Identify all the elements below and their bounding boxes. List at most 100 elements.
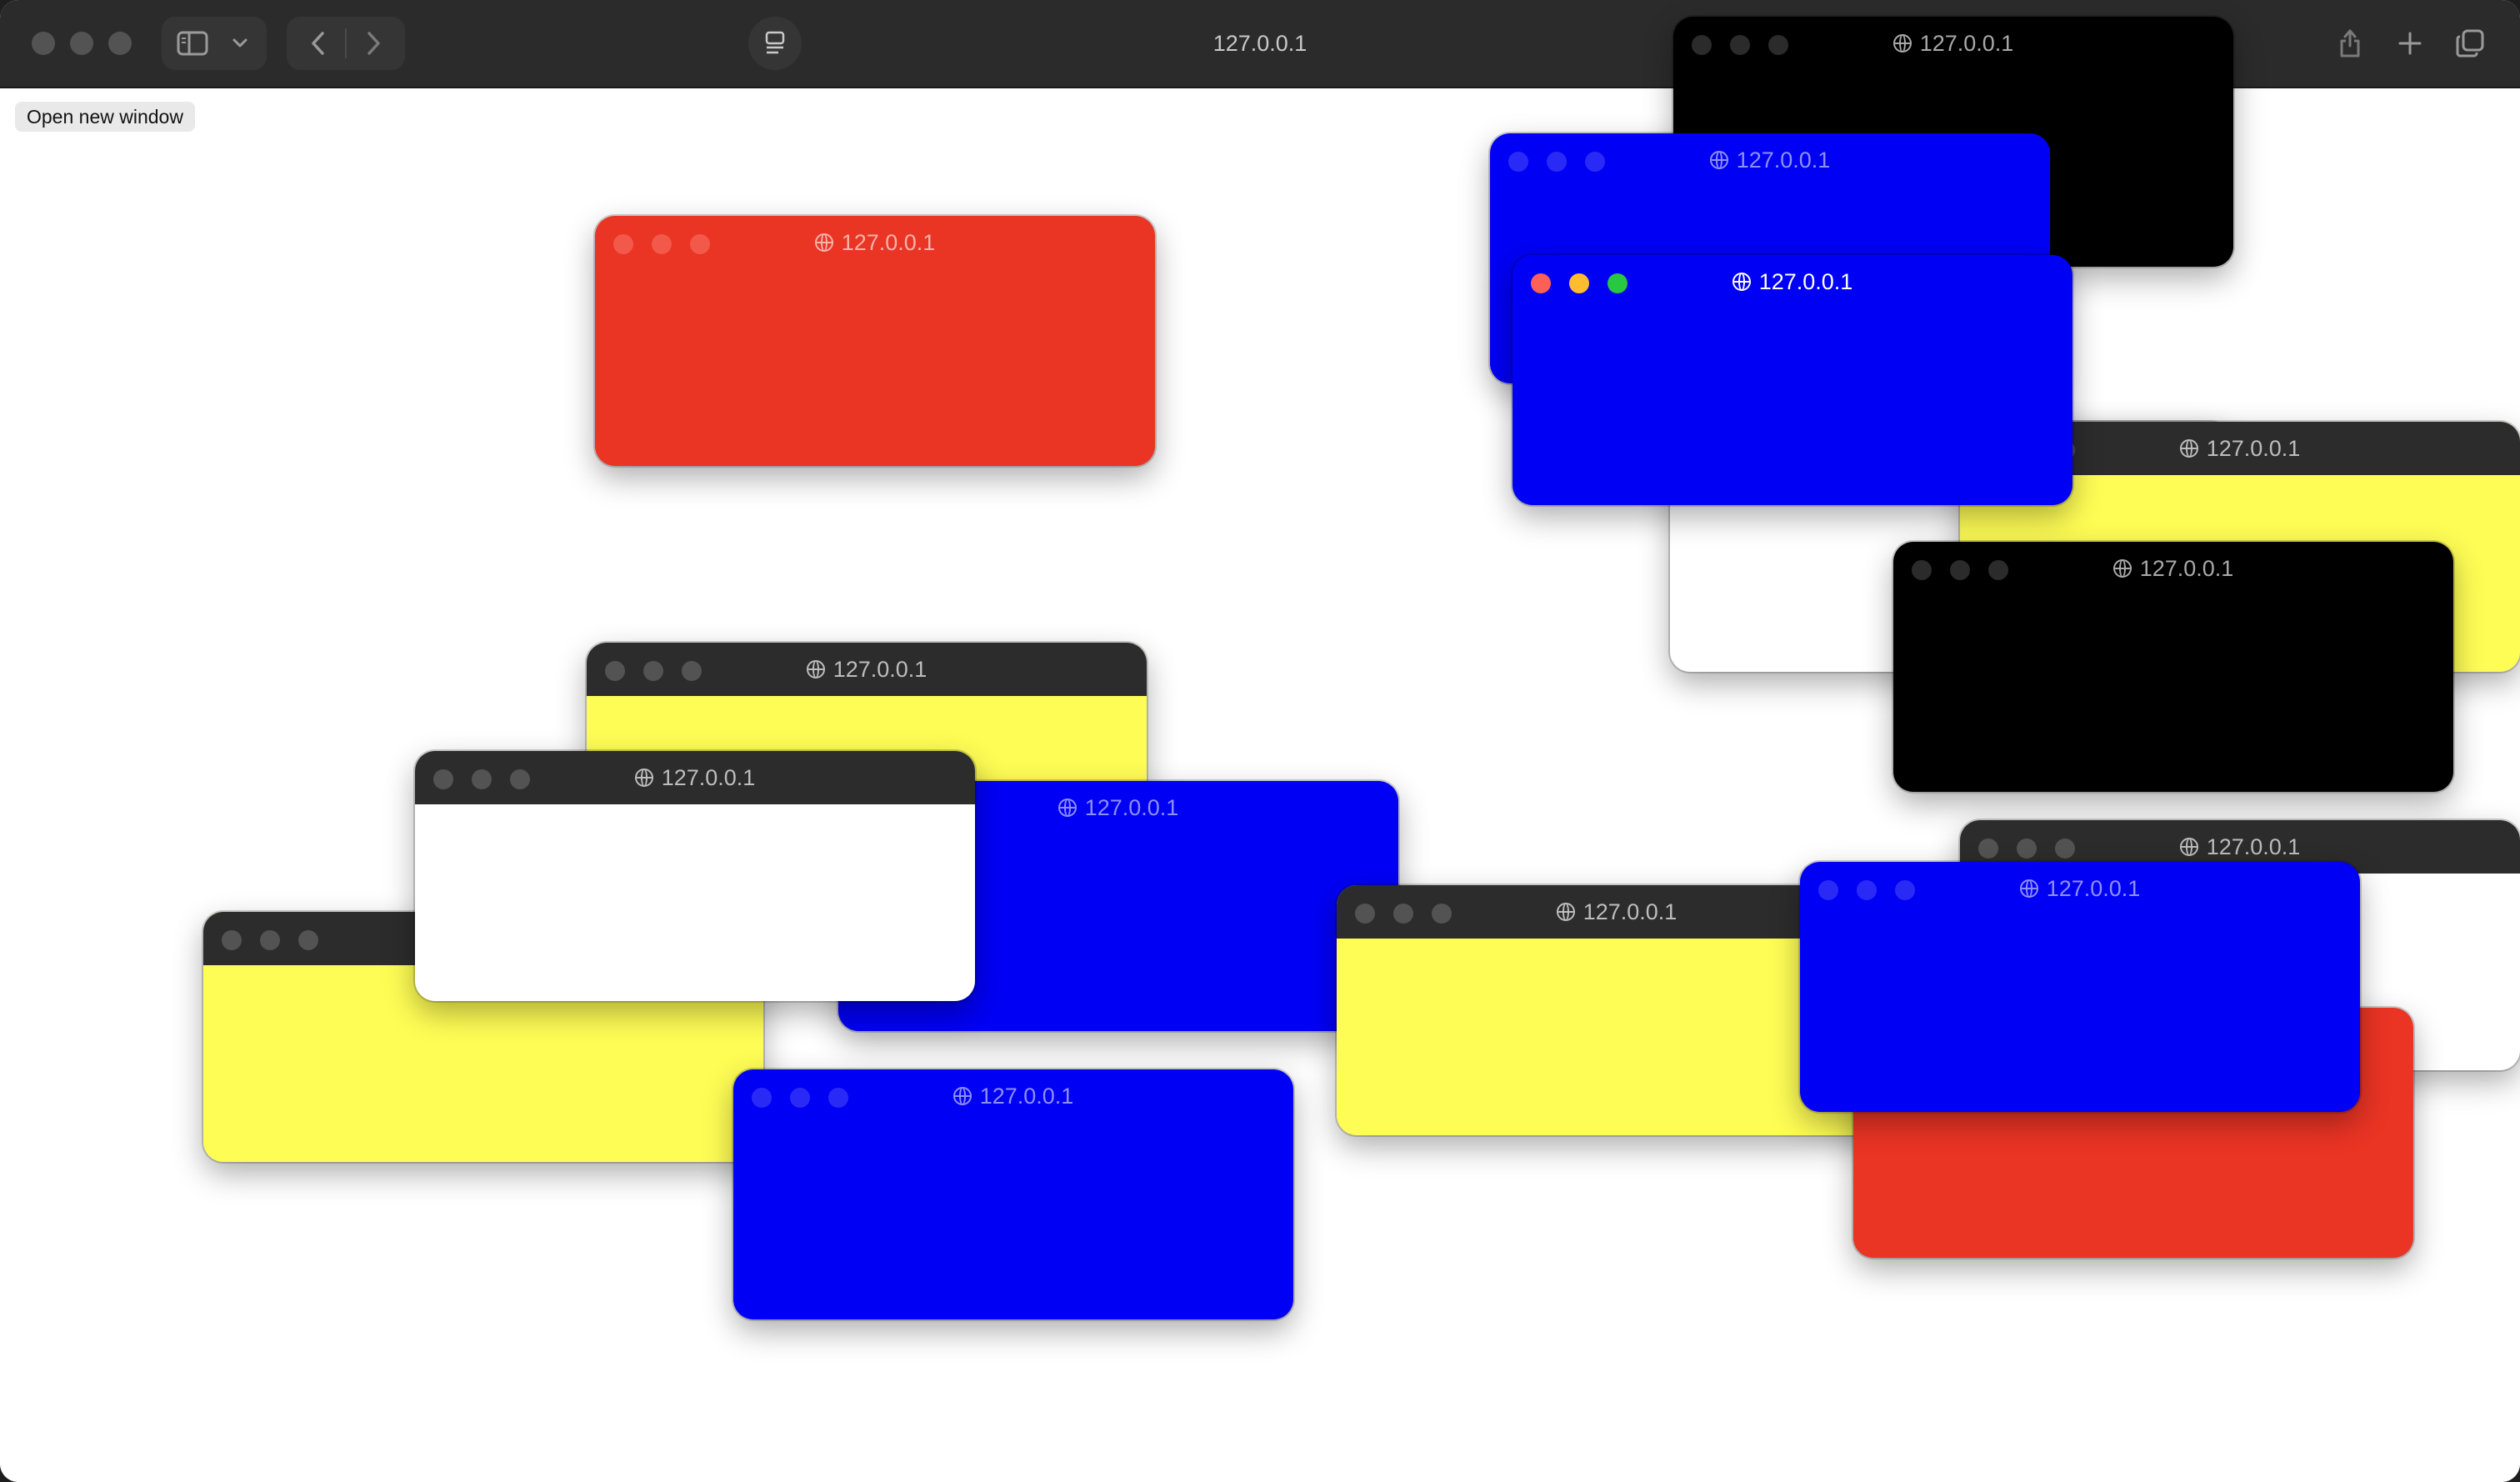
navigation-group [287, 17, 405, 70]
popup-minimize-button[interactable] [1857, 880, 1877, 900]
address-bar-url[interactable]: 127.0.0.1 [1093, 25, 1427, 62]
popup-title-bar[interactable]: 127.0.0.1 [1673, 17, 2233, 70]
popup-zoom-button[interactable] [1988, 560, 2008, 580]
popup-title-bar[interactable]: 127.0.0.1 [595, 216, 1155, 269]
popup-title-text: 127.0.0.1 [2206, 435, 2301, 461]
popup-minimize-button[interactable] [790, 1088, 810, 1108]
globe-icon [1058, 799, 1077, 817]
popup-title-bar[interactable]: 127.0.0.1 [1512, 255, 2072, 308]
zoom-window-button[interactable] [108, 32, 132, 55]
popup-title: 127.0.0.1 [1857, 28, 2050, 58]
popup-minimize-button[interactable] [1950, 560, 1970, 580]
globe-icon [806, 660, 825, 678]
popup-window-black[interactable]: 127.0.0.1 [1893, 542, 2453, 792]
popup-window-white[interactable]: 127.0.0.1 [415, 751, 975, 1001]
popup-close-button[interactable] [1912, 560, 1932, 580]
popup-zoom-button[interactable] [682, 661, 702, 681]
popup-title: 127.0.0.1 [770, 654, 963, 684]
popup-title-text: 127.0.0.1 [1736, 147, 1831, 173]
popup-zoom-button[interactable] [1895, 880, 1915, 900]
popup-title-text: 127.0.0.1 [841, 229, 936, 255]
popup-close-button[interactable] [1355, 904, 1375, 924]
popup-minimize-button[interactable] [2017, 839, 2037, 859]
globe-icon [2179, 439, 2198, 458]
popup-title-bar[interactable]: 127.0.0.1 [415, 751, 975, 804]
popup-minimize-button[interactable] [260, 930, 280, 950]
popup-close-button[interactable] [433, 769, 453, 789]
globe-icon [2019, 879, 2038, 898]
popup-title: 127.0.0.1 [1983, 874, 2177, 904]
popup-minimize-button[interactable] [472, 769, 492, 789]
popup-zoom-button[interactable] [2055, 839, 2075, 859]
globe-icon [814, 233, 833, 252]
tab-overview-icon[interactable] [2450, 23, 2490, 63]
popup-zoom-button[interactable] [690, 234, 710, 254]
back-arrow-icon[interactable] [297, 27, 340, 60]
popup-window-blue[interactable]: 127.0.0.1 [1512, 255, 2072, 505]
popup-zoom-button[interactable] [510, 769, 530, 789]
globe-icon [634, 769, 653, 787]
globe-icon [1892, 34, 1912, 53]
globe-icon [952, 1087, 972, 1105]
popup-title-text: 127.0.0.1 [979, 1083, 1074, 1109]
popup-title-bar[interactable]: 127.0.0.1 [587, 643, 1147, 696]
popup-zoom-button[interactable] [828, 1088, 848, 1108]
popup-window-red[interactable]: 127.0.0.1 [595, 216, 1155, 466]
popup-title-bar[interactable]: 127.0.0.1 [1893, 542, 2453, 595]
popup-zoom-button[interactable] [298, 930, 318, 950]
popup-minimize-button[interactable] [643, 661, 663, 681]
popup-zoom-button[interactable] [1432, 904, 1452, 924]
share-icon[interactable] [2330, 23, 2370, 63]
popup-title-text: 127.0.0.1 [832, 656, 928, 682]
popup-window-blue[interactable]: 127.0.0.1 [1800, 862, 2360, 1112]
popup-minimize-button[interactable] [1393, 904, 1413, 924]
popup-zoom-button[interactable] [1608, 273, 1628, 293]
popup-title-text: 127.0.0.1 [1758, 268, 1853, 294]
popup-close-button[interactable] [752, 1088, 772, 1108]
nav-divider [345, 28, 347, 58]
popup-title: 127.0.0.1 [1022, 793, 1215, 823]
popup-close-button[interactable] [1692, 35, 1712, 55]
popup-title-bar[interactable]: 127.0.0.1 [1490, 133, 2050, 187]
popup-title: 127.0.0.1 [1673, 145, 1867, 175]
globe-icon [1556, 903, 1575, 921]
popup-close-button[interactable] [1531, 273, 1551, 293]
plus-icon[interactable] [2390, 23, 2430, 63]
popup-close-button[interactable] [605, 661, 625, 681]
popup-title-text: 127.0.0.1 [2139, 555, 2234, 581]
popup-title-text: 127.0.0.1 [1919, 30, 2014, 56]
popup-title: 127.0.0.1 [778, 228, 972, 258]
popup-minimize-button[interactable] [1547, 152, 1567, 172]
popup-close-button[interactable] [1508, 152, 1528, 172]
popup-title-bar[interactable]: 127.0.0.1 [1800, 862, 2360, 915]
popup-window-blue[interactable]: 127.0.0.1 [733, 1069, 1293, 1319]
popup-minimize-button[interactable] [1730, 35, 1750, 55]
popup-title: 127.0.0.1 [598, 763, 792, 793]
close-window-button[interactable] [32, 32, 55, 55]
page-menu-button[interactable] [748, 17, 802, 70]
forward-arrow-icon[interactable] [352, 27, 395, 60]
popup-title: 127.0.0.1 [917, 1081, 1110, 1111]
popup-title: 127.0.0.1 [2143, 832, 2337, 862]
popup-close-button[interactable] [222, 930, 242, 950]
popup-title-text: 127.0.0.1 [1582, 899, 1678, 924]
open-new-window-button[interactable]: Open new window [15, 102, 195, 132]
globe-icon [1709, 151, 1728, 169]
globe-icon [2179, 838, 2198, 856]
popup-close-button[interactable] [1978, 839, 1998, 859]
minimize-window-button[interactable] [70, 32, 93, 55]
popup-minimize-button[interactable] [1569, 273, 1589, 293]
popup-zoom-button[interactable] [1585, 152, 1605, 172]
popup-title-bar[interactable]: 127.0.0.1 [733, 1069, 1293, 1123]
chevron-down-icon[interactable] [223, 28, 257, 58]
popup-close-button[interactable] [613, 234, 633, 254]
popup-title-text: 127.0.0.1 [1084, 794, 1179, 820]
sidebar-toggle-group [162, 17, 267, 70]
page-menu-icon [762, 30, 788, 57]
popup-zoom-button[interactable] [1768, 35, 1788, 55]
sidebar-icon[interactable] [173, 28, 212, 58]
popup-title: 127.0.0.1 [2077, 553, 2270, 583]
browser-window: 127.0.0.1 Open new window 127.0.0.1 127.0… [0, 0, 2520, 1482]
popup-minimize-button[interactable] [652, 234, 672, 254]
popup-close-button[interactable] [1818, 880, 1838, 900]
